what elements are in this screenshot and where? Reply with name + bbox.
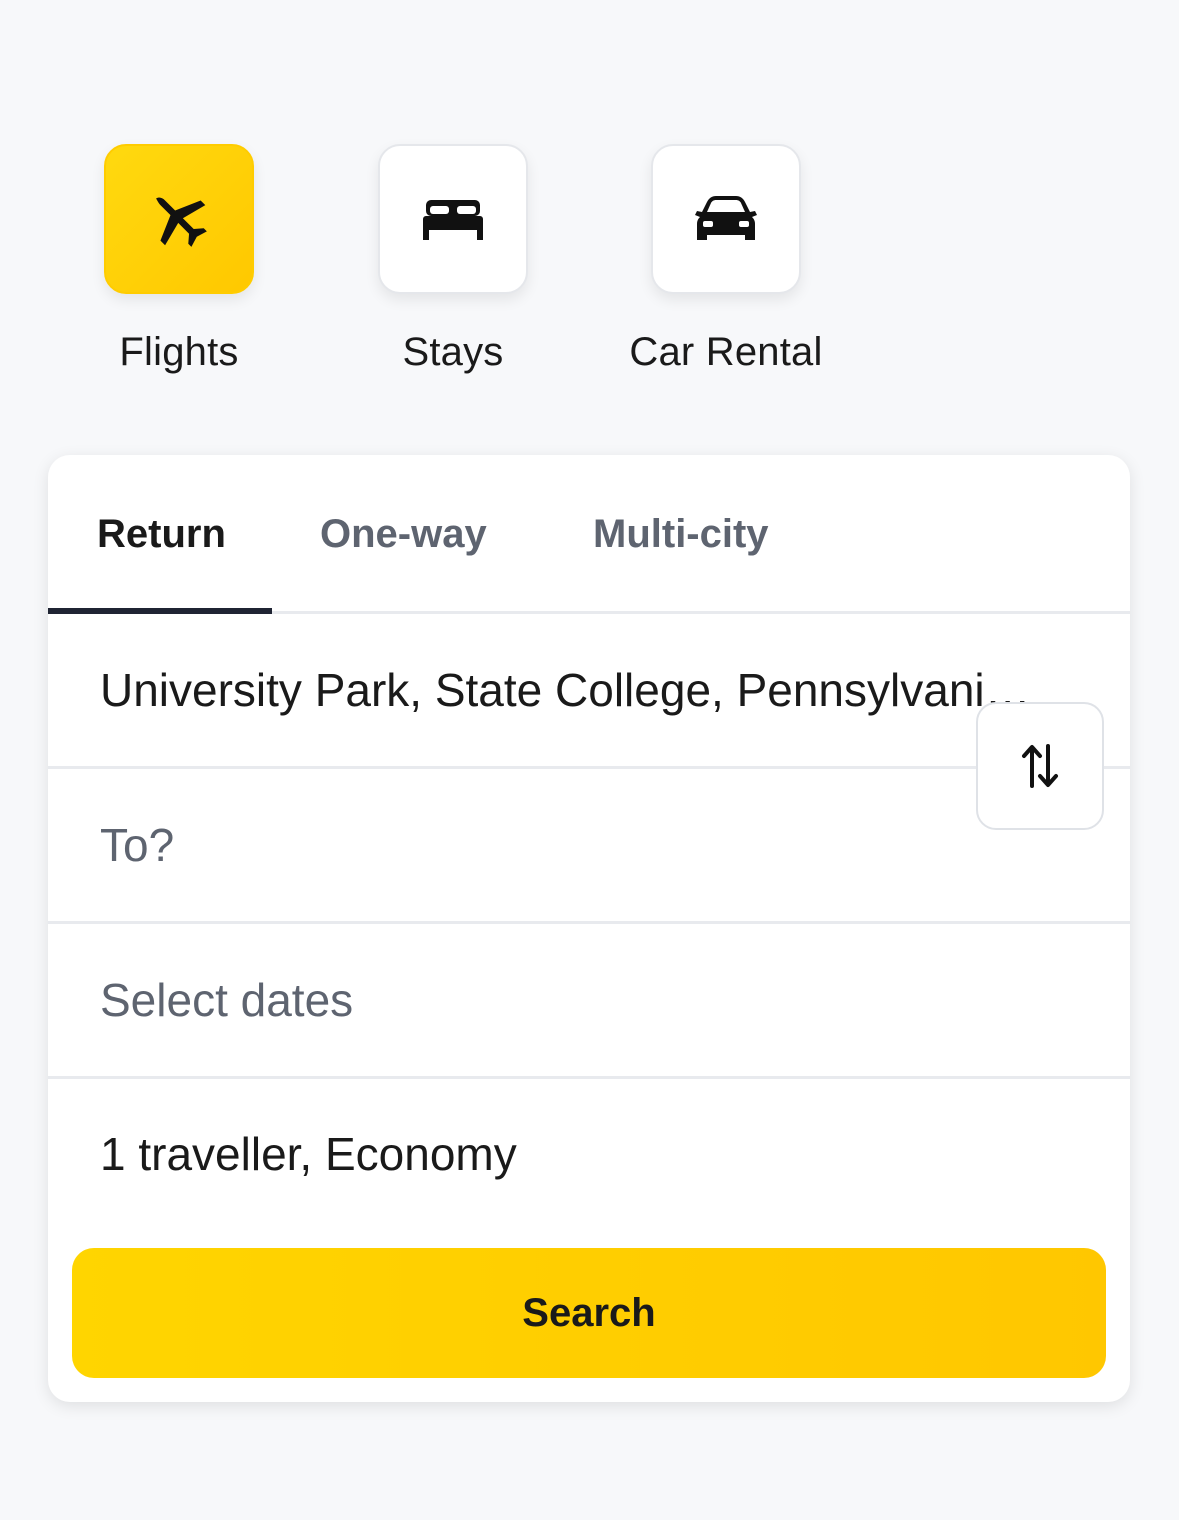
dates-field[interactable]: Select dates [48, 924, 1130, 1079]
category-flights-tile[interactable] [104, 144, 254, 294]
airplane-icon [155, 197, 207, 247]
search-button[interactable]: Search [72, 1248, 1106, 1378]
trip-type-tabs: Return One-way Multi-city [48, 455, 1130, 614]
category-stays-label: Stays [402, 330, 504, 374]
swap-locations-button[interactable] [976, 702, 1104, 830]
category-selector: Flights Stays Car Rental [0, 144, 1179, 394]
travellers-value: 1 traveller, Economy [100, 1128, 517, 1180]
dates-placeholder: Select dates [100, 974, 354, 1026]
category-stays[interactable]: Stays [328, 144, 578, 376]
search-button-label: Search [522, 1290, 656, 1335]
origin-field[interactable]: University Park, State College, Pennsylv… [48, 614, 1130, 769]
bed-icon [423, 200, 483, 240]
category-car-rental-label: Car Rental [629, 330, 823, 374]
tab-return[interactable]: Return [97, 509, 226, 559]
travellers-field[interactable]: 1 traveller, Economy [48, 1079, 1130, 1229]
tab-multi-city[interactable]: Multi-city [593, 509, 769, 559]
car-icon [695, 196, 757, 240]
category-car-rental-tile[interactable] [651, 144, 801, 294]
origin-value: University Park, State College, Pennsylv… [100, 664, 1050, 716]
destination-field[interactable]: To? [48, 769, 1130, 924]
swap-vertical-icon [1022, 744, 1058, 788]
category-car-rental[interactable]: Car Rental [601, 144, 851, 376]
category-flights[interactable]: Flights [54, 144, 304, 376]
destination-placeholder: To? [100, 819, 175, 871]
category-flights-label: Flights [119, 330, 239, 374]
tab-one-way[interactable]: One-way [320, 509, 487, 559]
category-stays-tile[interactable] [378, 144, 528, 294]
flight-search-card: Return One-way Multi-city University Par… [48, 455, 1130, 1402]
